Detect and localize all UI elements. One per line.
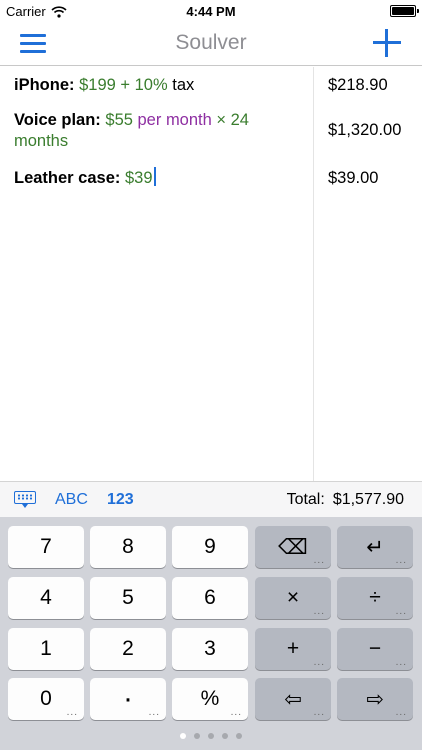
add-icon[interactable] (372, 28, 402, 58)
more-options-icon: ... (395, 707, 407, 718)
more-options-icon: ... (395, 657, 407, 668)
line-token: per month (132, 111, 212, 129)
key-label: ⇨ (366, 687, 384, 711)
key-0[interactable]: 0... (8, 678, 84, 720)
line-answer[interactable]: $218.90 (328, 75, 388, 96)
total-display: Total: $1,577.90 (287, 491, 404, 509)
key-divide[interactable]: ÷... (337, 577, 413, 619)
line-answer[interactable]: $1,320.00 (328, 120, 401, 141)
key-label: ÷ (369, 586, 381, 609)
battery-icon (390, 5, 419, 17)
page-dot[interactable] (180, 733, 186, 739)
key-label: − (368, 637, 382, 660)
keyboard-icon[interactable] (14, 491, 36, 508)
key-label: 5 (122, 586, 134, 609)
line-token: $39 (124, 169, 153, 187)
key-label: · (123, 682, 133, 715)
key-plus[interactable]: +... (255, 628, 331, 670)
key-minus[interactable]: −... (337, 628, 413, 670)
key-label: ⇦ (284, 687, 302, 711)
key-1[interactable]: 1 (8, 628, 84, 670)
key-3[interactable]: 3 (172, 628, 248, 670)
sheet-line[interactable]: iPhone: $199 + 10% tax (14, 75, 304, 96)
key-label: 2 (122, 637, 134, 660)
line-token: $55 (105, 111, 133, 129)
key-6[interactable]: 6 (172, 577, 248, 619)
key-label: 7 (40, 535, 52, 558)
more-options-icon: ... (313, 657, 325, 668)
key-label: 9 (204, 535, 216, 558)
more-options-icon: ... (66, 707, 78, 718)
line-token: tax (167, 76, 195, 94)
key-label: 8 (122, 535, 134, 558)
more-options-icon: ... (395, 555, 407, 566)
key-label: % (200, 687, 220, 710)
key-label: 1 (40, 637, 52, 660)
key-left-arrow[interactable]: ⇦... (255, 678, 331, 720)
line-token: + (115, 76, 135, 94)
text-caret (153, 167, 156, 186)
key-multiply[interactable]: ×... (255, 577, 331, 619)
key-9[interactable]: 9 (172, 526, 248, 568)
key-5[interactable]: 5 (90, 577, 166, 619)
more-options-icon: ... (313, 606, 325, 617)
key-7[interactable]: 7 (8, 526, 84, 568)
key-label: ⌫ (278, 535, 308, 559)
total-label: Total: (286, 491, 325, 508)
calculator-keyboard: 7 8 9 ⌫... ↵... 4 5 6 ×... ÷... 1 2 3 +... −... 0... ·..… (0, 517, 422, 750)
more-options-icon: ... (148, 707, 160, 718)
status-time: 4:44 PM (186, 4, 236, 19)
keyboard-accessory-bar: ABC 123 Total: $1,577.90 (0, 481, 422, 517)
key-label: 6 (204, 586, 216, 609)
total-value: $1,577.90 (332, 491, 404, 508)
more-options-icon: ... (313, 555, 325, 566)
line-label: Voice plan: (14, 111, 101, 129)
key-label: 0 (40, 687, 52, 710)
key-right-arrow[interactable]: ⇨... (337, 678, 413, 720)
key-decimal[interactable]: ·... (90, 678, 166, 720)
key-label: 4 (40, 586, 52, 609)
key-percent[interactable]: %... (172, 678, 248, 720)
line-answer[interactable]: $39.00 (328, 168, 378, 189)
page-dot[interactable] (208, 733, 214, 739)
page-dot[interactable] (236, 733, 242, 739)
line-token: $199 (79, 76, 116, 94)
key-2[interactable]: 2 (90, 628, 166, 670)
page-title: Soulver (175, 31, 247, 54)
key-8[interactable]: 8 (90, 526, 166, 568)
sheet-line[interactable]: Leather case: $39 (14, 167, 304, 189)
line-label: Leather case: (14, 169, 121, 187)
column-divider (313, 67, 314, 481)
more-options-icon: ... (395, 606, 407, 617)
page-dot[interactable] (222, 733, 228, 739)
page-indicator (0, 726, 422, 744)
page-dot[interactable] (194, 733, 200, 739)
sheet-content: iPhone: $199 + 10% tax $218.90 Voice plan:… (0, 67, 422, 481)
key-4[interactable]: 4 (8, 577, 84, 619)
line-label: iPhone: (14, 76, 75, 94)
line-token: 10% (134, 76, 168, 94)
key-label: 3 (204, 637, 216, 660)
key-label: + (286, 637, 300, 660)
key-label: ↵ (366, 535, 384, 559)
key-return[interactable]: ↵... (337, 526, 413, 568)
more-options-icon: ... (313, 707, 325, 718)
status-bar: Carrier 4:44 PM (0, 0, 422, 22)
sheet-line[interactable]: Voice plan: $55 per month × 24 months (14, 110, 304, 152)
abc-button[interactable]: ABC (55, 491, 88, 509)
more-options-icon: ... (230, 707, 242, 718)
numeric-button[interactable]: 123 (107, 491, 134, 509)
nav-bar: Soulver (0, 22, 422, 66)
key-label: × (286, 586, 300, 609)
key-delete[interactable]: ⌫... (255, 526, 331, 568)
